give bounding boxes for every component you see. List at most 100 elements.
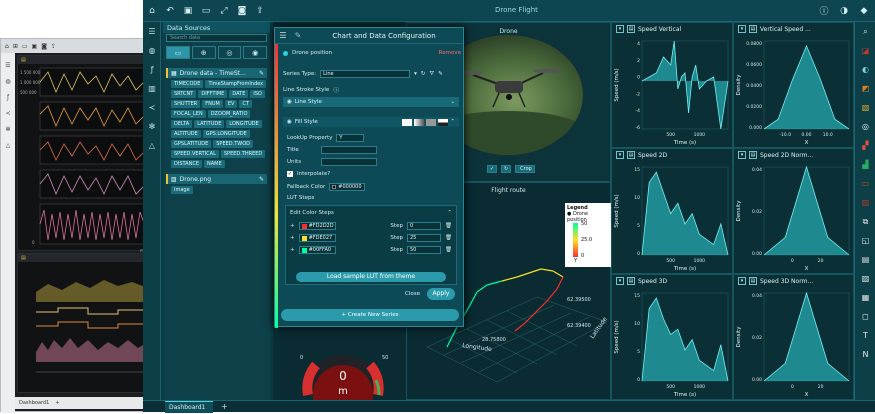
add-step-icon[interactable]: + xyxy=(290,223,295,229)
field-chip-9[interactable]: CT xyxy=(239,100,252,108)
home-icon[interactable]: ⌂ xyxy=(5,43,9,50)
step-value-input[interactable]: 25 xyxy=(406,234,442,242)
export-icon[interactable]: ⇪ xyxy=(51,43,56,50)
fill-lut-swatch[interactable] xyxy=(438,118,449,126)
field-chip-image[interactable]: Image xyxy=(171,186,193,194)
rail-tool-10-icon[interactable]: ⧉ xyxy=(855,212,875,231)
title-input[interactable] xyxy=(321,146,377,154)
chart-icon[interactable]: ▤ xyxy=(627,277,635,285)
step-value-input[interactable]: 0 xyxy=(406,222,442,230)
trash-icon[interactable]: 🗑 xyxy=(445,247,452,253)
interpolate-checkbox[interactable]: ✓ xyxy=(287,171,293,177)
menu-icon[interactable]: ☰ xyxy=(1,62,15,69)
alert-icon[interactable]: △ xyxy=(1,142,15,149)
chart-icon[interactable]: ▤ xyxy=(627,151,635,159)
chevron-up-icon[interactable]: ⌃ xyxy=(447,210,452,216)
chevron-up-icon[interactable]: ⌃ xyxy=(450,119,455,126)
field-chip-20[interactable]: SPEED.THREED xyxy=(220,150,266,158)
field-chip-19[interactable]: SPEED.VERTICAL xyxy=(171,150,219,158)
collapse-icon[interactable]: ▾ xyxy=(738,25,746,33)
eye-tab-icon[interactable]: ◉ xyxy=(243,46,267,59)
undo-icon[interactable]: ↶ xyxy=(161,6,179,16)
source-drone-data[interactable]: ▦ Drone data - TimeSt... ✎ xyxy=(166,68,267,78)
camera-icon[interactable]: ◙ xyxy=(233,6,251,16)
folder-tab-icon[interactable]: ▭ xyxy=(166,46,190,59)
background-tab[interactable]: Dashboard1 xyxy=(19,400,49,406)
collapse-icon[interactable]: ▾ xyxy=(616,151,624,159)
rail-tool-6-icon[interactable]: ▞ xyxy=(855,136,875,155)
camera-icon[interactable]: ◙ xyxy=(41,43,47,50)
database-tab-icon[interactable]: ◎ xyxy=(217,46,242,59)
bulb-icon[interactable]: ◍ xyxy=(1,78,15,85)
chevron-down-icon[interactable]: ▾ xyxy=(414,71,417,77)
field-chip-1[interactable]: TimeStampFromIndex xyxy=(205,80,267,88)
field-chip-3[interactable]: DIFFTIME xyxy=(198,90,228,98)
fallback-color-input[interactable]: #000000 xyxy=(329,183,366,191)
step-color-input[interactable]: #00FFA0 xyxy=(298,246,337,254)
theme-icon[interactable]: ◑ xyxy=(835,6,853,16)
chart-icon[interactable]: ▤ xyxy=(749,151,757,159)
field-chip-4[interactable]: DATE xyxy=(229,90,249,98)
save-icon[interactable]: ▣ xyxy=(32,43,38,50)
bulb-icon[interactable]: ◍ xyxy=(143,41,161,60)
edit-icon[interactable]: ✎ xyxy=(259,70,264,77)
field-chip-22[interactable]: NAME xyxy=(203,160,225,168)
field-chip-7[interactable]: FNUM xyxy=(202,100,223,108)
series-type-select[interactable]: Line xyxy=(320,70,411,78)
remove-button[interactable]: Remove xyxy=(439,50,461,56)
series-name[interactable]: Drone position xyxy=(292,50,332,56)
field-chip-6[interactable]: SHUTTER xyxy=(171,100,201,108)
share-icon[interactable]: ≺ xyxy=(143,98,161,117)
close-button[interactable]: Close xyxy=(405,291,420,297)
rail-tool-15-icon[interactable]: ◻ xyxy=(855,307,875,326)
field-chip-13[interactable]: LATITUDE xyxy=(194,120,225,128)
alert-icon[interactable]: △ xyxy=(143,136,161,155)
function-icon[interactable]: ƒ xyxy=(143,60,161,79)
add-tab-button[interactable]: + xyxy=(221,401,228,413)
rail-tool-13-icon[interactable]: ▨ xyxy=(855,269,875,288)
rail-tool-5-icon[interactable]: ◎ xyxy=(855,117,875,136)
collapse-icon[interactable]: ▾ xyxy=(616,25,624,33)
export-icon[interactable]: ⇪ xyxy=(251,6,269,16)
field-chip-18[interactable]: SPEED.TWOD xyxy=(213,140,253,148)
rail-tool-8-icon[interactable]: ▭ xyxy=(855,174,875,193)
field-chip-2[interactable]: SRTCNT xyxy=(171,90,197,98)
layout-icon[interactable]: ▥ xyxy=(143,79,161,98)
rail-tool-17-icon[interactable]: N xyxy=(855,345,875,364)
step-color-input[interactable]: #FD2D2D xyxy=(298,222,337,230)
dashboard-tab[interactable]: Dashboard1 xyxy=(165,401,213,413)
apply-button[interactable]: Apply xyxy=(427,288,455,300)
source-drone-image[interactable]: ▨ Drone.png ✎ xyxy=(166,174,267,184)
fullscreen-icon[interactable]: ⤢ xyxy=(215,6,233,16)
add-step-icon[interactable]: + xyxy=(290,247,295,253)
save-icon[interactable]: ▣ xyxy=(179,6,197,16)
load-lut-button[interactable]: Load sample LUT from theme xyxy=(296,272,446,282)
folder-icon[interactable]: ▭ xyxy=(22,43,28,50)
chevron-down-icon[interactable]: ⌄ xyxy=(450,99,455,105)
field-chip-0[interactable]: TIMECODE xyxy=(171,80,204,88)
line-style-section[interactable]: ◉ Line Style ⌄ xyxy=(283,97,459,107)
step-value-input[interactable]: 50 xyxy=(406,246,442,254)
collapse-icon[interactable]: ▾ xyxy=(738,277,746,285)
eye-icon[interactable]: ◉ xyxy=(287,119,292,125)
field-chip-21[interactable]: DISTANCE xyxy=(171,160,202,168)
rail-tool-14-icon[interactable]: ▦ xyxy=(855,288,875,307)
lookup-input[interactable]: Y xyxy=(336,134,365,142)
field-chip-12[interactable]: DELTA xyxy=(171,120,193,128)
fill-pattern-swatch[interactable] xyxy=(426,118,437,126)
settings-icon[interactable]: ✻ xyxy=(1,126,15,133)
field-chip-17[interactable]: GPSLATITUDE xyxy=(171,140,212,148)
chart-icon[interactable]: ▤ xyxy=(749,277,757,285)
trash-icon[interactable]: 🗑 xyxy=(445,235,452,241)
background-add-tab[interactable]: + xyxy=(55,400,59,406)
create-series-button[interactable]: + Create New Series xyxy=(281,309,459,321)
collapse-icon[interactable]: ▾ xyxy=(738,151,746,159)
rail-tool-4-icon[interactable]: ▧ xyxy=(855,98,875,117)
rail-tool-3-icon[interactable]: ◩ xyxy=(855,79,875,98)
add-step-icon[interactable]: + xyxy=(290,235,295,241)
grid-icon[interactable]: ⊞ xyxy=(13,43,18,50)
field-chip-11[interactable]: DZOOM_RATIO xyxy=(207,110,251,118)
network-tab-icon[interactable]: ⊕ xyxy=(191,46,216,59)
edit-icon[interactable]: ✎ xyxy=(438,71,443,77)
refresh-icon[interactable]: ↻ xyxy=(421,71,426,77)
